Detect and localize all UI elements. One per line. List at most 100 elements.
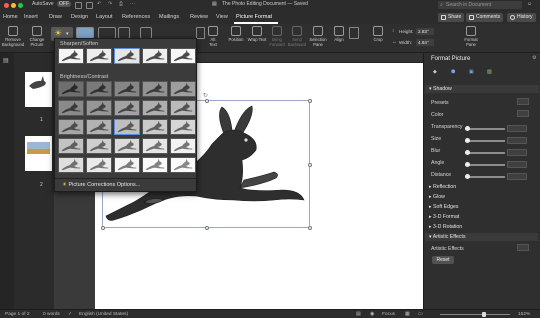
slider-knob[interactable] xyxy=(465,162,470,167)
print-icon[interactable]: ⎙ xyxy=(119,1,123,7)
language-status[interactable]: English (United States) xyxy=(79,312,128,317)
effects-icon[interactable]: ⬟ xyxy=(451,69,456,75)
save-icon[interactable] xyxy=(86,2,93,9)
account-icon[interactable]: ☺ xyxy=(527,1,532,7)
sharpen-soften-preset[interactable] xyxy=(142,48,168,64)
brightness-contrast-preset[interactable] xyxy=(86,157,112,173)
web-layout-icon[interactable]: ▭ xyxy=(418,312,423,317)
brightness-contrast-preset[interactable] xyxy=(86,119,112,135)
slider-knob[interactable] xyxy=(465,138,470,143)
brightness-contrast-preset[interactable] xyxy=(86,81,112,97)
brightness-contrast-preset[interactable] xyxy=(86,138,112,154)
tab-references[interactable]: References xyxy=(122,14,150,20)
bring-forward-button[interactable]: Bring Forward xyxy=(267,26,287,47)
tab-insert[interactable]: Insert xyxy=(24,14,38,20)
glow-section-header[interactable]: ▸ Glow xyxy=(425,193,538,201)
layout-icon[interactable]: ▤ xyxy=(356,312,361,317)
sharpen-soften-preset[interactable] xyxy=(170,48,196,64)
artistic-effects-section-header[interactable]: ▾ Artistic Effects xyxy=(425,233,538,241)
resize-handle[interactable] xyxy=(101,226,105,230)
comments-button[interactable]: Comments xyxy=(466,13,504,22)
transparency-spinner[interactable] xyxy=(507,125,527,132)
picture-corrections-options-link[interactable]: ☀ Picture Corrections Options... xyxy=(62,182,140,188)
group-button[interactable] xyxy=(349,27,359,39)
angle-slider[interactable] xyxy=(465,162,505,167)
undo-icon[interactable]: ↶ xyxy=(97,1,101,7)
zoom-window-button[interactable] xyxy=(18,3,23,8)
brightness-contrast-preset[interactable] xyxy=(58,157,84,173)
tab-design[interactable]: Design xyxy=(71,14,88,20)
more-icon[interactable]: ··· xyxy=(130,1,135,7)
picture-icon[interactable]: ▨ xyxy=(487,69,492,75)
change-picture-button[interactable]: Change Picture xyxy=(25,26,49,47)
brightness-contrast-preset[interactable] xyxy=(170,81,196,97)
sharpen-soften-preset[interactable] xyxy=(86,48,112,64)
blur-slider[interactable] xyxy=(465,150,505,155)
brightness-contrast-preset[interactable] xyxy=(170,100,196,116)
color-picker[interactable] xyxy=(517,110,529,117)
size-slider[interactable] xyxy=(465,138,505,143)
wrap-text-button[interactable]: Wrap Text xyxy=(247,26,267,42)
home-icon[interactable] xyxy=(75,2,82,9)
word-count[interactable]: 0 words xyxy=(43,312,60,317)
brightness-contrast-preset[interactable] xyxy=(142,157,168,173)
crop-button[interactable]: Crop xyxy=(370,26,386,42)
transparency-slider[interactable] xyxy=(465,126,505,131)
height-field[interactable]: 2.83" xyxy=(416,28,434,35)
tab-home[interactable]: Home xyxy=(3,14,18,20)
brightness-contrast-preset[interactable] xyxy=(114,100,140,116)
brightness-contrast-preset[interactable] xyxy=(114,81,140,97)
page-thumbnail[interactable] xyxy=(25,72,52,107)
slider-knob[interactable] xyxy=(465,126,470,131)
remove-background-button[interactable]: Remove Background xyxy=(1,26,25,47)
proofing-icon[interactable]: ✓ xyxy=(68,312,72,317)
autosave-toggle[interactable]: OFF xyxy=(57,1,71,7)
brightness-contrast-preset[interactable] xyxy=(142,138,168,154)
distance-slider[interactable] xyxy=(465,174,505,179)
slider-knob[interactable] xyxy=(465,174,470,179)
reflection-section-header[interactable]: ▸ Reflection xyxy=(425,183,538,191)
close-window-button[interactable] xyxy=(4,3,9,8)
width-field[interactable]: 4.84" xyxy=(416,39,434,46)
slider-knob[interactable] xyxy=(465,150,470,155)
brightness-contrast-preset[interactable] xyxy=(58,81,84,97)
size-spinner[interactable] xyxy=(507,137,527,144)
sharpen-soften-preset[interactable] xyxy=(58,48,84,64)
history-button[interactable]: History xyxy=(507,13,536,22)
tab-view[interactable]: View xyxy=(216,14,228,20)
sharpen-soften-preset[interactable] xyxy=(114,48,140,64)
brightness-contrast-preset[interactable] xyxy=(58,119,84,135)
position-button[interactable]: Position xyxy=(226,26,246,42)
picture-styles-more-button[interactable] xyxy=(196,27,205,39)
brightness-contrast-preset[interactable] xyxy=(114,157,140,173)
zoom-slider-knob[interactable] xyxy=(482,312,486,317)
brightness-contrast-preset[interactable] xyxy=(114,138,140,154)
brightness-contrast-preset[interactable] xyxy=(58,138,84,154)
close-icon[interactable]: ⚙ xyxy=(532,55,537,61)
brightness-contrast-preset[interactable] xyxy=(170,157,196,173)
rotate-handle-icon[interactable]: ↻ xyxy=(203,92,208,99)
shadow-section-header[interactable]: ▾ Shadow xyxy=(425,85,539,93)
brightness-contrast-preset[interactable] xyxy=(86,100,112,116)
tab-mailings[interactable]: Mailings xyxy=(159,14,179,20)
sidebar-toggle-icon[interactable]: ▤ xyxy=(3,57,9,64)
3d-rotation-section-header[interactable]: ▸ 3-D Rotation xyxy=(425,223,538,231)
focus-mode[interactable]: Focus xyxy=(382,312,395,317)
brightness-contrast-preset[interactable] xyxy=(142,119,168,135)
soft-edges-section-header[interactable]: ▸ Soft Edges xyxy=(425,203,538,211)
tab-review[interactable]: Review xyxy=(190,14,208,20)
zoom-level[interactable]: 152% xyxy=(518,312,530,317)
redo-icon[interactable]: ↷ xyxy=(108,1,112,7)
presets-dropdown[interactable] xyxy=(517,98,529,105)
distance-spinner[interactable] xyxy=(507,173,527,180)
brightness-contrast-preset[interactable] xyxy=(142,100,168,116)
send-backward-button[interactable]: Send Backward xyxy=(287,26,307,47)
page-thumbnail[interactable] xyxy=(25,136,52,171)
minimize-window-button[interactable] xyxy=(11,3,16,8)
page-count[interactable]: Page 1 of 2 xyxy=(5,312,30,317)
layout-properties-icon[interactable]: ▣ xyxy=(469,69,474,75)
brightness-contrast-preset[interactable] xyxy=(142,81,168,97)
brightness-contrast-preset[interactable] xyxy=(58,100,84,116)
brightness-contrast-preset[interactable] xyxy=(170,119,196,135)
tab-draw[interactable]: Draw xyxy=(49,14,62,20)
